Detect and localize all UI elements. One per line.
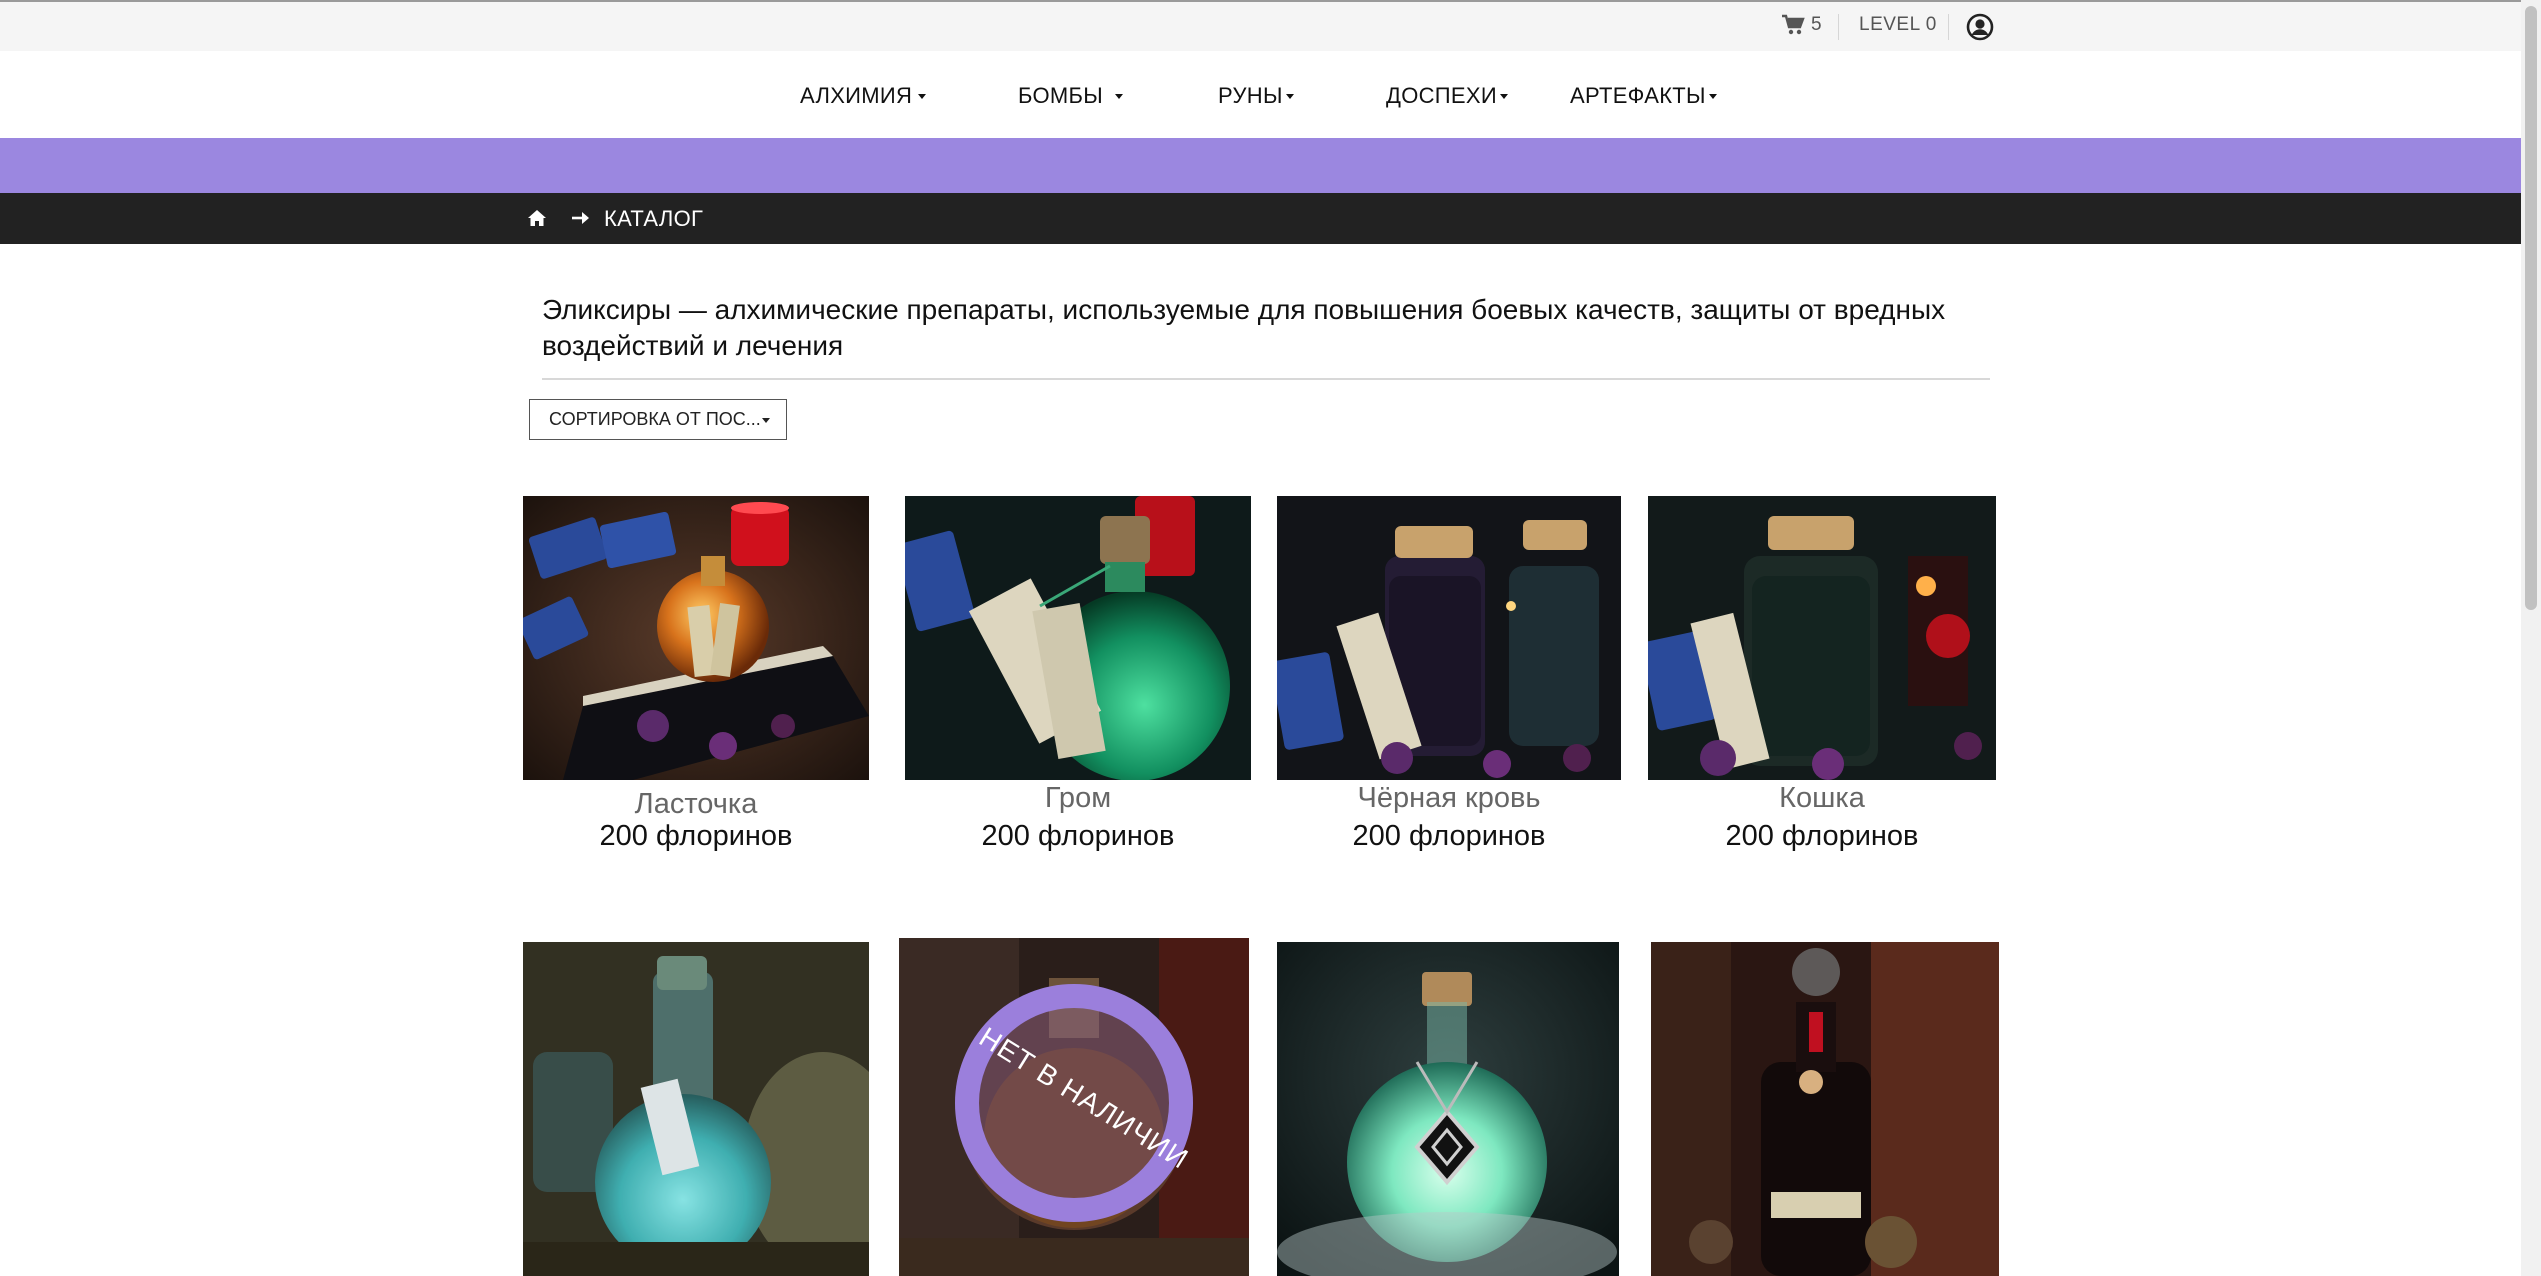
product-price: 200 флоринов bbox=[599, 820, 793, 852]
category-description: Эликсиры — алхимические препараты, испол… bbox=[542, 294, 1946, 361]
nav-item-label: РУНЫ bbox=[1218, 83, 1283, 108]
nav-item-label: ДОСПЕХИ bbox=[1386, 83, 1497, 108]
product-card[interactable]: Чёрная кровь 200 флоринов bbox=[1277, 496, 1621, 852]
product-image[interactable] bbox=[523, 942, 869, 1276]
caret-down-icon bbox=[1708, 93, 1717, 99]
nav-item-label: АРТЕФАКТЫ bbox=[1570, 83, 1706, 108]
product-card[interactable] bbox=[523, 942, 869, 1276]
product-price: 200 флоринов bbox=[1352, 820, 1546, 852]
user-account-button[interactable] bbox=[1966, 13, 1994, 41]
product-card[interactable] bbox=[1277, 942, 1619, 1276]
product-card[interactable]: Кошка 200 флоринов bbox=[1648, 496, 1996, 852]
nav-item-bombs[interactable]: БОМБЫ bbox=[1018, 83, 1124, 109]
user-circle-icon bbox=[1966, 13, 1994, 41]
product-name[interactable]: Ласточка bbox=[523, 788, 869, 821]
product-image[interactable] bbox=[905, 496, 1251, 780]
product-image[interactable] bbox=[1277, 496, 1621, 780]
product-image[interactable]: НЕТ В НАЛИЧИИ bbox=[899, 938, 1249, 1276]
nav-item-armor[interactable]: ДОСПЕХИ bbox=[1386, 83, 1508, 109]
product-price: 200 флоринов bbox=[1725, 820, 1919, 852]
product-name[interactable]: Кошка bbox=[1648, 782, 1996, 815]
shopping-cart-icon bbox=[1782, 14, 1805, 35]
product-image[interactable] bbox=[1651, 942, 1999, 1276]
caret-down-icon bbox=[918, 93, 927, 99]
product-card[interactable]: Гром 200 флоринов bbox=[905, 496, 1251, 852]
top-utility-bar: 5 LEVEL 0 bbox=[0, 0, 2521, 51]
home-icon[interactable] bbox=[527, 208, 547, 228]
product-name[interactable]: Чёрная кровь bbox=[1277, 782, 1621, 815]
product-image[interactable] bbox=[523, 496, 869, 780]
caret-down-icon bbox=[1285, 93, 1294, 99]
divider bbox=[1838, 14, 1839, 40]
product-card[interactable]: НЕТ В НАЛИЧИИ bbox=[899, 938, 1249, 1276]
sort-dropdown[interactable]: СОРТИРОВКА ОТ ПОС... bbox=[529, 399, 787, 440]
promo-banner bbox=[0, 138, 2521, 193]
product-card[interactable] bbox=[1651, 942, 1999, 1276]
caret-down-icon bbox=[762, 418, 770, 423]
scrollbar-thumb[interactable] bbox=[2525, 6, 2537, 610]
cart-count: 5 bbox=[1811, 14, 1822, 35]
caret-down-icon bbox=[1115, 93, 1124, 99]
nav-item-label: БОМБЫ bbox=[1018, 83, 1104, 108]
product-image[interactable] bbox=[1277, 942, 1619, 1276]
nav-item-runes[interactable]: РУНЫ bbox=[1218, 83, 1294, 109]
breadcrumb-current: КАТАЛОГ bbox=[604, 206, 704, 231]
product-price: 200 флоринов bbox=[981, 820, 1175, 852]
divider bbox=[542, 378, 1990, 380]
nav-item-alchemy[interactable]: АЛХИМИЯ bbox=[800, 83, 927, 109]
nav-item-label: АЛХИМИЯ bbox=[800, 83, 913, 108]
nav-item-artifacts[interactable]: АРТЕФАКТЫ bbox=[1570, 83, 1717, 109]
page-scrollbar[interactable] bbox=[2521, 0, 2541, 1276]
main-navigation: АЛХИМИЯ БОМБЫ РУНЫ ДОСПЕХИ АРТЕФАКТЫ bbox=[0, 51, 2521, 138]
divider bbox=[1948, 14, 1949, 40]
product-card[interactable]: Ласточка 200 флоринов bbox=[523, 496, 869, 852]
level-link[interactable]: LEVEL 0 bbox=[1859, 14, 1937, 36]
cart-link[interactable]: 5 bbox=[1781, 14, 1822, 36]
sort-selected-value: СОРТИРОВКА ОТ ПОС... bbox=[549, 409, 761, 429]
product-image[interactable] bbox=[1648, 496, 1996, 780]
arrow-right-icon bbox=[572, 212, 589, 224]
breadcrumb: КАТАЛОГ bbox=[0, 193, 2521, 244]
product-name[interactable]: Гром bbox=[905, 782, 1251, 815]
caret-down-icon bbox=[1499, 93, 1508, 99]
